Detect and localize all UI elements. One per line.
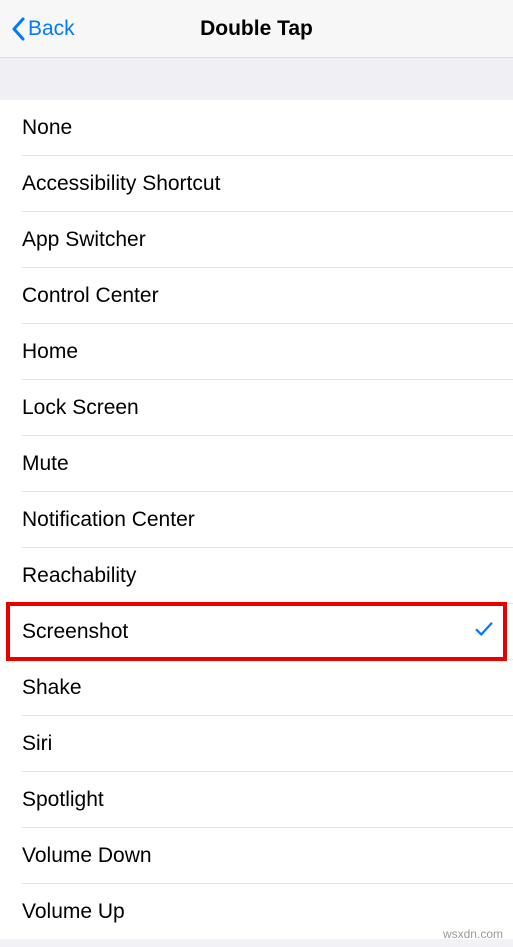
- option-row[interactable]: Volume Up: [0, 884, 513, 939]
- option-row[interactable]: Lock Screen: [0, 380, 513, 435]
- option-row[interactable]: Accessibility Shortcut: [0, 156, 513, 211]
- option-label: Volume Down: [22, 844, 152, 868]
- option-label: Spotlight: [22, 788, 104, 812]
- option-row-inner: Volume Up: [0, 884, 513, 939]
- option-label: Accessibility Shortcut: [22, 172, 220, 196]
- option-label: Mute: [22, 452, 69, 476]
- option-row-inner: Mute: [0, 436, 513, 491]
- option-label: Siri: [22, 732, 52, 756]
- option-row-inner: Reachability: [0, 548, 513, 603]
- options-list: None Accessibility Shortcut App Switcher Co…: [0, 100, 513, 939]
- watermark: wsxdn.com: [443, 927, 503, 941]
- back-button[interactable]: Back: [0, 17, 75, 41]
- option-row[interactable]: None: [0, 100, 513, 155]
- option-row-inner: Shake: [0, 660, 513, 715]
- navbar: Back Double Tap: [0, 0, 513, 58]
- option-row-inner: Home: [0, 324, 513, 379]
- option-row[interactable]: Reachability: [0, 548, 513, 603]
- option-row-inner: Volume Down: [0, 828, 513, 883]
- chevron-left-icon: [10, 17, 26, 41]
- option-label: Control Center: [22, 284, 159, 308]
- option-label: Shake: [22, 676, 82, 700]
- back-label: Back: [28, 17, 75, 41]
- option-row-inner: Screenshot: [0, 604, 513, 659]
- option-row-inner: Siri: [0, 716, 513, 771]
- option-row-inner: Lock Screen: [0, 380, 513, 435]
- option-label: Reachability: [22, 564, 136, 588]
- checkmark-icon: [473, 618, 495, 646]
- option-label: None: [22, 116, 72, 140]
- option-row-inner: Spotlight: [0, 772, 513, 827]
- option-row[interactable]: App Switcher: [0, 212, 513, 267]
- option-row[interactable]: Home: [0, 324, 513, 379]
- option-row-inner: Accessibility Shortcut: [0, 156, 513, 211]
- option-row-inner: App Switcher: [0, 212, 513, 267]
- option-row[interactable]: Spotlight: [0, 772, 513, 827]
- option-label: Screenshot: [22, 620, 128, 644]
- option-row[interactable]: Siri: [0, 716, 513, 771]
- option-row-inner: Notification Center: [0, 492, 513, 547]
- section-spacer: [0, 58, 513, 100]
- option-row[interactable]: Screenshot: [0, 604, 513, 659]
- option-row[interactable]: Mute: [0, 436, 513, 491]
- option-row-inner: None: [0, 100, 513, 155]
- option-row[interactable]: Shake: [0, 660, 513, 715]
- option-row[interactable]: Notification Center: [0, 492, 513, 547]
- option-label: Notification Center: [22, 508, 195, 532]
- option-label: Lock Screen: [22, 396, 139, 420]
- option-row[interactable]: Volume Down: [0, 828, 513, 883]
- option-label: App Switcher: [22, 228, 146, 252]
- option-row-inner: Control Center: [0, 268, 513, 323]
- page-title: Double Tap: [0, 17, 513, 41]
- option-label: Volume Up: [22, 900, 125, 924]
- option-label: Home: [22, 340, 78, 364]
- option-row[interactable]: Control Center: [0, 268, 513, 323]
